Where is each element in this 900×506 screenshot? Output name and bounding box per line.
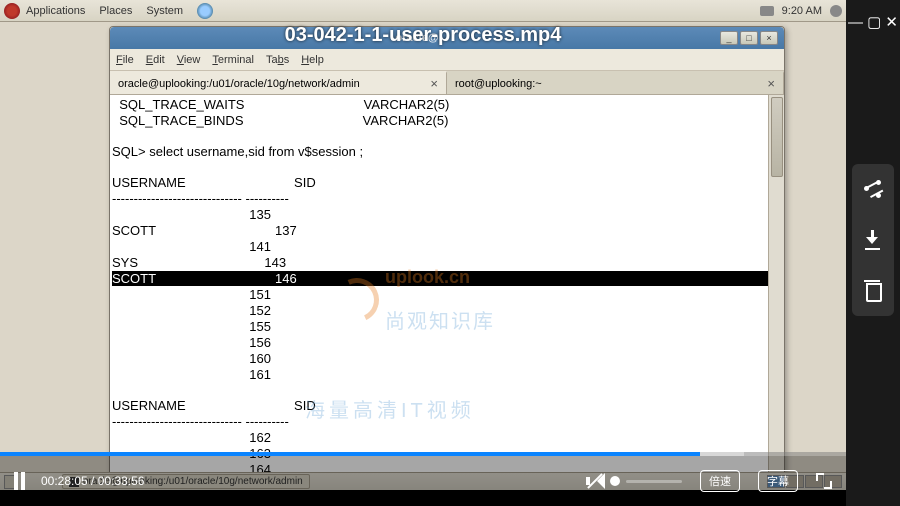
window-close-button[interactable]: × (760, 31, 778, 45)
download-icon[interactable] (863, 230, 883, 250)
pause-button[interactable] (14, 472, 25, 490)
browser-icon[interactable] (197, 3, 213, 19)
video-controls: 00:28:05 / 00:33:56 倍速 字幕 (0, 452, 846, 506)
menu-help[interactable]: Help (301, 54, 324, 66)
volume-tray-icon[interactable] (830, 5, 842, 17)
menu-view[interactable]: View (177, 54, 201, 66)
progress-played (0, 452, 700, 456)
menu-file[interactable]: File (116, 54, 134, 66)
mute-icon[interactable] (586, 473, 604, 489)
menu-system[interactable]: System (146, 5, 183, 17)
progress-bar[interactable] (0, 452, 846, 456)
tab-root[interactable]: root@uplooking:~ × (447, 71, 784, 94)
highlighted-row: SCOTT 146 (112, 271, 768, 286)
app-close-icon[interactable]: ✕ (885, 13, 898, 31)
window-maximize-button[interactable]: □ (740, 31, 758, 45)
terminal-output[interactable]: SQL_TRACE_WAITS VARCHAR2(5) SQL_TRACE_BI… (110, 95, 768, 489)
app-minimize-icon[interactable]: — (848, 14, 863, 31)
clock: 9:20 AM (782, 5, 822, 17)
terminal-window: oracle@ _ □ × File Edit View Terminal Ta… (109, 26, 785, 490)
terminal-tabs: oracle@uplooking:/u01/oracle/10g/network… (110, 71, 784, 95)
gnome-top-panel: Applications Places System 9:20 AM (0, 0, 846, 22)
window-titlebar[interactable]: oracle@ _ □ × (110, 27, 784, 49)
tab-label: root@uplooking:~ (455, 78, 542, 90)
delete-icon[interactable] (863, 280, 883, 300)
share-icon[interactable] (863, 180, 883, 200)
subtitle-button[interactable]: 字幕 (758, 470, 798, 492)
video-frame: Applications Places System 9:20 AM oracl… (0, 0, 846, 506)
watermark: uplook.cn 尚观知识库 海量高清IT视频 (335, 210, 495, 434)
volume-track[interactable] (626, 480, 682, 483)
tab-oracle[interactable]: oracle@uplooking:/u01/oracle/10g/network… (110, 71, 447, 94)
volume-thumb[interactable] (610, 476, 620, 486)
menu-tabs[interactable]: Tabs (266, 54, 289, 66)
tab-close-icon[interactable]: × (767, 76, 775, 91)
scroll-thumb[interactable] (771, 97, 783, 177)
app-maximize-icon[interactable]: ▢ (867, 13, 881, 31)
player-sidebar: — ▢ ✕ (846, 0, 900, 506)
time-display: 00:28:05 / 00:33:56 (41, 474, 144, 488)
playback-speed-button[interactable]: 倍速 (700, 470, 740, 492)
desktop-screenshot: Applications Places System 9:20 AM oracl… (0, 0, 846, 490)
tray-icon[interactable] (760, 6, 774, 16)
volume-control[interactable] (586, 473, 682, 489)
menu-places[interactable]: Places (99, 5, 132, 17)
menu-terminal[interactable]: Terminal (212, 54, 254, 66)
redhat-icon[interactable] (4, 3, 20, 19)
menu-edit[interactable]: Edit (146, 54, 165, 66)
tab-label: oracle@uplooking:/u01/oracle/10g/network… (118, 78, 360, 90)
menu-applications[interactable]: Applications (26, 5, 85, 17)
window-title: oracle@ (116, 32, 718, 44)
fullscreen-button[interactable] (816, 473, 832, 489)
tab-close-icon[interactable]: × (430, 76, 438, 91)
terminal-body: SQL_TRACE_WAITS VARCHAR2(5) SQL_TRACE_BI… (110, 95, 784, 489)
terminal-menubar: File Edit View Terminal Tabs Help (110, 49, 784, 71)
window-minimize-button[interactable]: _ (720, 31, 738, 45)
scrollbar[interactable] (768, 95, 784, 489)
